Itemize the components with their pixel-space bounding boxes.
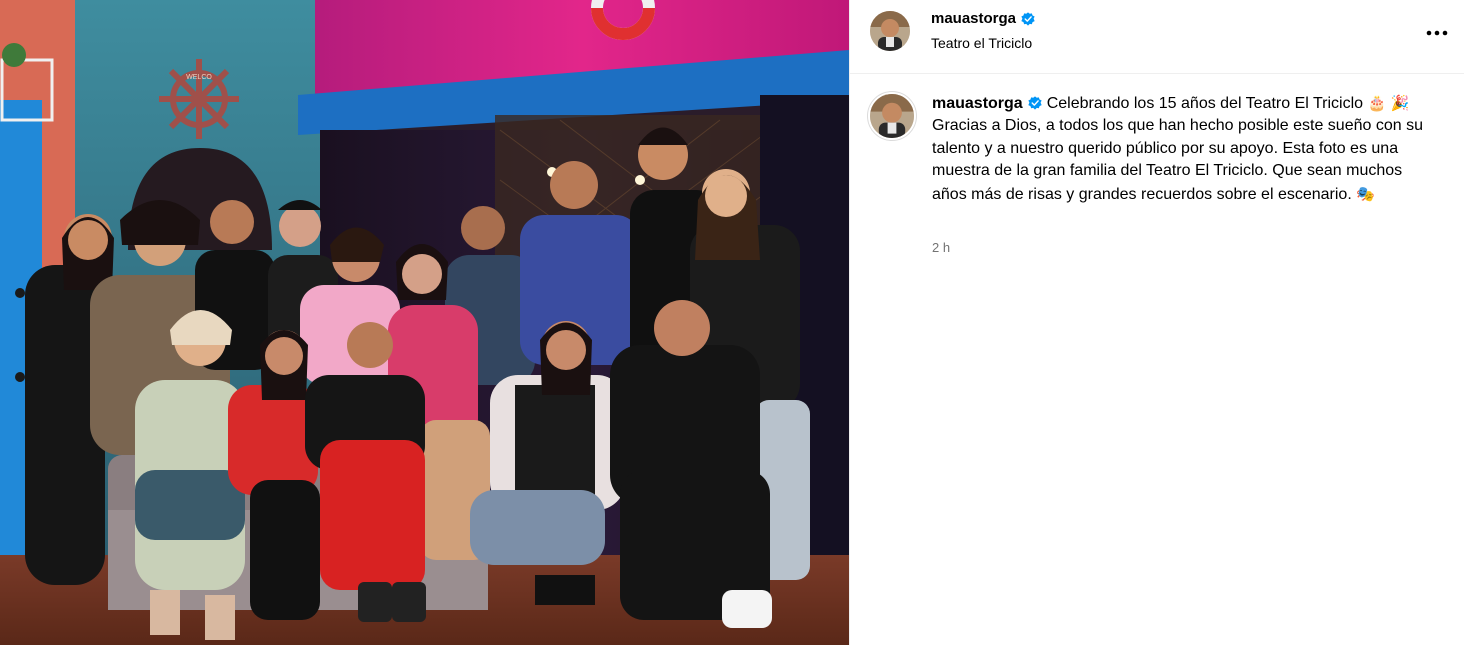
theater-masks-emoji-icon: 🎭 — [1356, 184, 1375, 203]
cake-emoji-icon: 🎂 — [1367, 94, 1387, 112]
post-location[interactable]: Teatro el Triciclo — [931, 35, 1032, 51]
author-username-text[interactable]: mauastorga — [931, 10, 1016, 27]
more-options-icon[interactable] — [1426, 20, 1448, 40]
post-header: mauastorga Teatro el Triciclo — [850, 0, 1464, 74]
post-side-panel: mauastorga Teatro el Triciclo mauastorga… — [849, 0, 1464, 645]
party-popper-emoji-icon: 🎉 — [1390, 94, 1410, 112]
post-timestamp[interactable]: 2 h — [932, 240, 950, 255]
caption-avatar[interactable] — [868, 92, 916, 140]
caption-username[interactable]: mauastorga — [932, 95, 1023, 112]
author-avatar[interactable] — [870, 11, 910, 51]
instagram-post: WELCO mauastorga Teatro el Triciclo maua… — [0, 0, 1464, 645]
author-username[interactable]: mauastorga — [931, 10, 1035, 27]
group-photo-illustration: WELCO — [0, 0, 849, 645]
verified-badge-icon — [1021, 11, 1035, 26]
post-photo[interactable]: WELCO — [0, 0, 849, 645]
caption-text: mauastorga Celebrando los 15 años del Tea… — [932, 92, 1432, 206]
caption-text-part1: Celebrando los 15 años del Teatro El Tri… — [1046, 95, 1368, 112]
caption-text-part2: Gracias a Dios, a todos los que han hech… — [932, 117, 1423, 203]
ship-wheel-text: WELCO — [186, 74, 212, 81]
verified-badge-icon — [1028, 96, 1042, 110]
